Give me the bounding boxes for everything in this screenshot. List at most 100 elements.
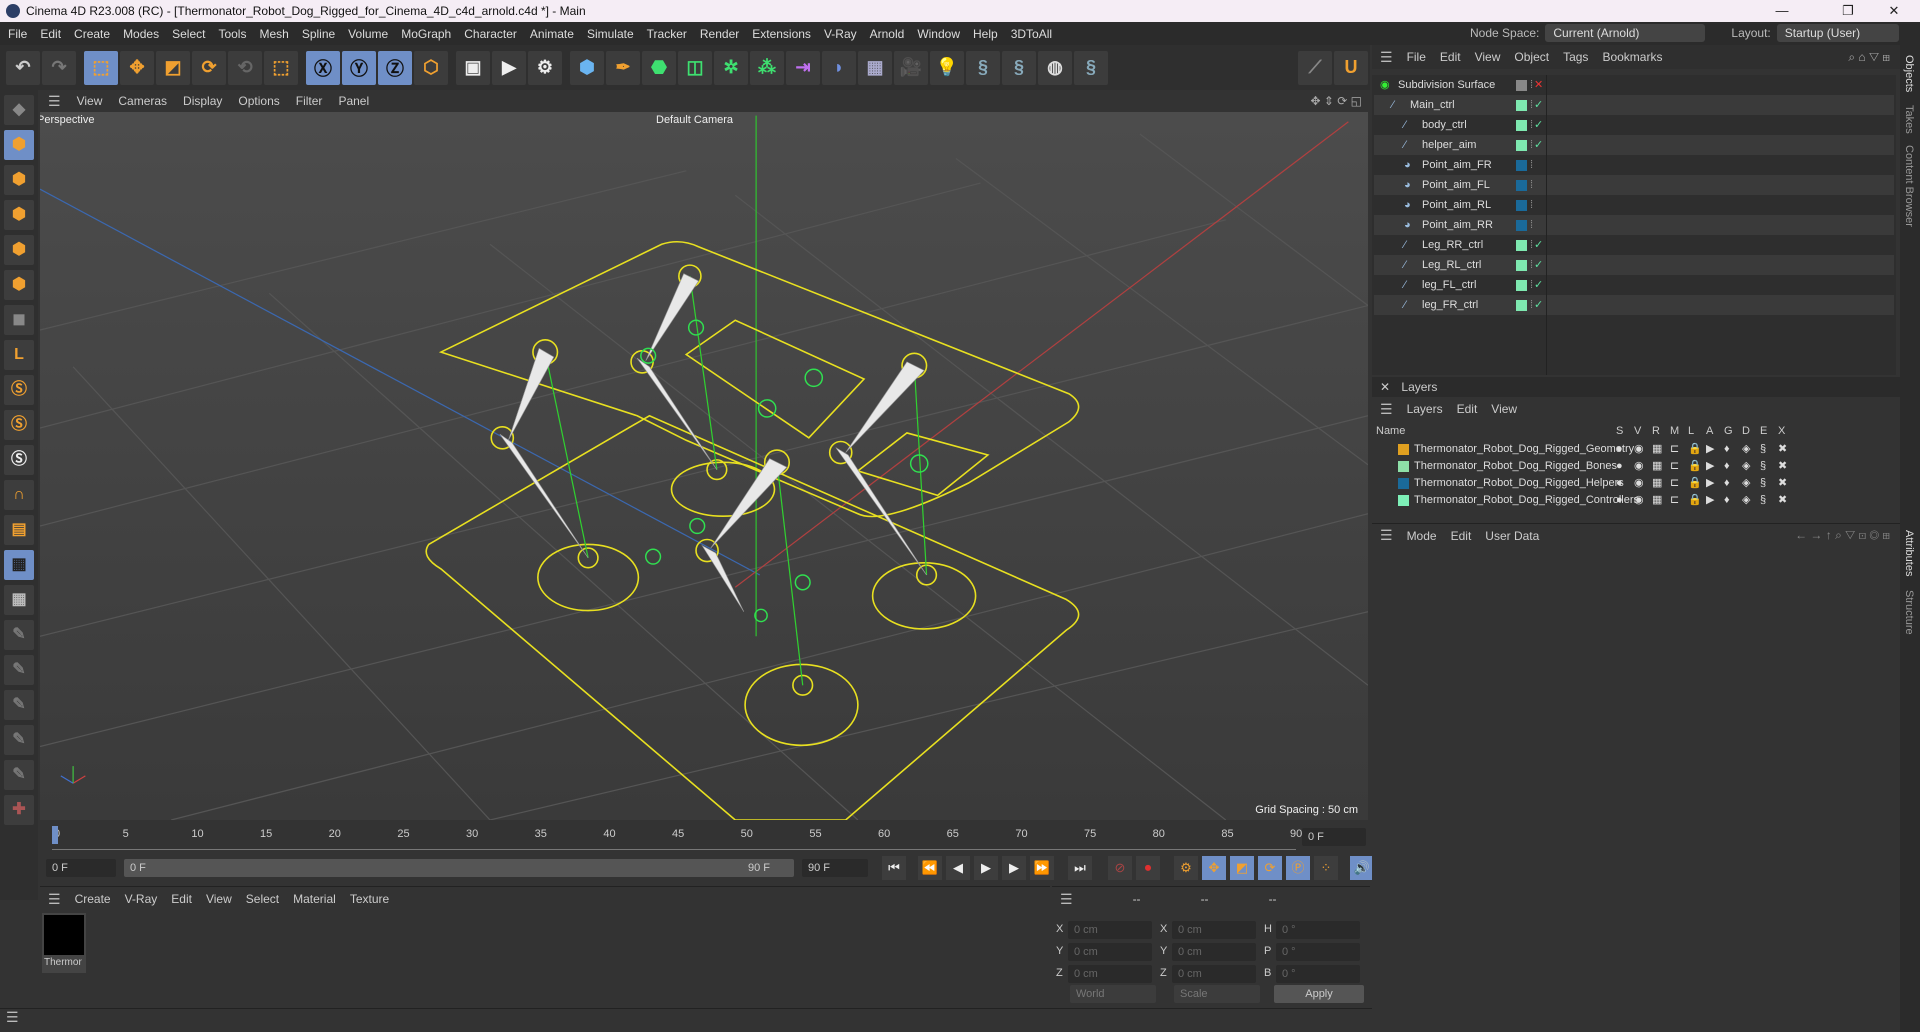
keyframe-selection-icon[interactable]: ⚙ [1174,856,1198,880]
hamburger-icon[interactable]: ☰ [48,891,61,908]
paint-icon[interactable]: ✎ [4,620,34,650]
layer-toggle-icon[interactable]: ◉ [1634,492,1644,509]
layers-menu-layers[interactable]: Layers [1407,402,1443,416]
layer-color-swatch[interactable] [1398,444,1409,455]
coordinate-system-icon[interactable]: ⬡ [414,50,448,85]
layer-toggle-icon[interactable]: ● [1616,458,1623,475]
key-scale-icon[interactable]: ◩ [1230,856,1254,880]
layers-menu-view[interactable]: View [1491,402,1517,416]
layer-column-d[interactable]: D [1742,425,1750,437]
key-rotation-icon[interactable]: ⟳ [1258,856,1282,880]
layer-color-swatch[interactable] [1516,140,1527,151]
material-menu-material[interactable]: Material [293,892,336,906]
layer-toggle-icon[interactable]: ✖ [1778,441,1787,458]
layer-row[interactable]: Thermonator_Robot_Dog_Rigged_Geometry ● ◉ ▦… [1376,441,1894,458]
layer-toggle-icon[interactable]: ▶ [1706,492,1714,509]
uv-mode-icon[interactable]: ◼ [4,305,34,335]
material-menu-select[interactable]: Select [246,892,279,906]
viewport-menu-display[interactable]: Display [183,94,222,108]
coord-field[interactable]: 0 cm [1172,921,1256,939]
material-menu-view[interactable]: View [206,892,232,906]
menu-edit[interactable]: Edit [40,27,61,41]
layer-column-x[interactable]: X [1778,425,1785,437]
viewport-menu-options[interactable]: Options [238,94,279,108]
tab-content-browser[interactable]: Content Browser [1903,145,1915,227]
layer-color-swatch[interactable] [1516,300,1527,311]
material-menu-create[interactable]: Create [75,892,111,906]
object-row[interactable]: ◕ Point_aim_FR ⁞ [1374,155,1894,175]
material-menu-edit[interactable]: Edit [171,892,192,906]
layer-toggle-icon[interactable]: 🔒 [1688,441,1702,458]
coord-field[interactable]: 0 cm [1068,921,1152,939]
axis-mode-icon[interactable]: L [4,340,34,370]
layer-toggle-icon[interactable]: 🔒 [1688,492,1702,509]
layer-column-a[interactable]: A [1706,425,1713,437]
menu-3dtoall[interactable]: 3DToAll [1011,27,1052,41]
layer-toggle-icon[interactable]: ♦ [1724,475,1730,492]
layer-toggle-icon[interactable]: ✖ [1778,492,1787,509]
camera-label[interactable]: Default Camera [656,114,733,126]
enabled-check-icon[interactable]: ✓ [1534,295,1543,315]
undo-icon[interactable]: ↶ [6,50,40,85]
points-mode-icon[interactable]: ⬢ [4,200,34,230]
start-frame-field[interactable]: 0 F [46,859,116,877]
objects-menu-tags[interactable]: Tags [1563,50,1588,64]
coord-mode-dropdown[interactable]: Scale [1174,985,1260,1003]
pen-icon[interactable]: ✒ [606,50,640,85]
menu-arnold[interactable]: Arnold [870,27,905,41]
object-row[interactable]: ⁄ body_ctrl ⁞ ✓ [1374,115,1894,135]
mograph-cloner-icon[interactable]: ✲ [714,50,748,85]
layer-column-g[interactable]: G [1724,425,1733,437]
object-row[interactable]: ⁄ helper_aim ⁞ ✓ [1374,135,1894,155]
autokey-icon[interactable]: ⏺ [1136,856,1160,880]
coord-field[interactable]: 0 ° [1276,921,1360,939]
menu-select[interactable]: Select [172,27,205,41]
layer-color-swatch[interactable] [1516,100,1527,111]
menu-modes[interactable]: Modes [123,27,159,41]
workplane-icon[interactable]: ▤ [4,515,34,545]
visibility-dots-icon[interactable]: ⁞ [1530,235,1533,255]
layer-toggle-icon[interactable]: ▦ [1652,475,1662,492]
layer-color-swatch[interactable] [1398,495,1409,506]
objects-tool-icons[interactable]: ⌕ ⌂ ▽ ⊞ [1848,50,1890,65]
menu-tools[interactable]: Tools [218,27,246,41]
layer-toggle-icon[interactable]: ⊏ [1670,475,1679,492]
layer-color-swatch[interactable] [1516,240,1527,251]
live-select-icon[interactable]: ⬚ [264,50,298,85]
enabled-check-icon[interactable]: ✓ [1534,275,1543,295]
hamburger-icon[interactable]: ☰ [1380,49,1393,66]
edges-mode-icon[interactable]: ⬢ [4,235,34,265]
playhead[interactable] [52,826,58,844]
layer-toggle-icon[interactable]: ⊏ [1670,458,1679,475]
enabled-check-icon[interactable]: ✓ [1534,115,1543,135]
layers-close-icon[interactable]: ✕ [1380,380,1390,394]
globe-icon[interactable]: ◍ [1038,50,1072,85]
hamburger-icon[interactable]: ☰ [1380,527,1393,544]
object-row[interactable]: ◕ Point_aim_FL ⁞ [1374,175,1894,195]
tab-attributes[interactable]: Attributes [1903,530,1915,576]
layers-menu-edit[interactable]: Edit [1457,402,1478,416]
coord-field[interactable]: 0 cm [1172,943,1256,961]
object-row[interactable]: ⁄ leg_FL_ctrl ⁞ ✓ [1374,275,1894,295]
menu-mesh[interactable]: Mesh [259,27,288,41]
layer-toggle-icon[interactable]: ◈ [1742,492,1750,509]
next-frame-icon[interactable]: ▶ [1002,856,1026,880]
go-to-start-icon[interactable]: ⏮ [882,856,906,880]
layer-toggle-icon[interactable]: ● [1616,441,1623,458]
record-icon[interactable]: ⊘ [1108,856,1132,880]
disabled-x-icon[interactable]: ✕ [1534,75,1543,95]
visibility-dots-icon[interactable]: ⁞ [1530,115,1533,135]
coord-field[interactable]: 0 cm [1172,965,1256,983]
previous-frame-icon[interactable]: ◀ [946,856,970,880]
extrude-icon[interactable]: ◫ [678,50,712,85]
sculpt-icon[interactable]: ⟋ [1298,50,1332,85]
key-pla-icon[interactable]: ⁘ [1314,856,1338,880]
texture-mode-icon[interactable]: ⬢ [4,165,34,195]
python-3-icon[interactable]: § [1074,50,1108,85]
enabled-check-icon[interactable]: ✓ [1534,135,1543,155]
rotate-tool-icon[interactable]: ⟳ [192,50,226,85]
layer-toggle-icon[interactable]: ♦ [1724,441,1730,458]
close-button[interactable]: ✕ [1872,0,1916,22]
layer-color-swatch[interactable] [1516,220,1527,231]
layer-toggle-icon[interactable]: ⊏ [1670,441,1679,458]
